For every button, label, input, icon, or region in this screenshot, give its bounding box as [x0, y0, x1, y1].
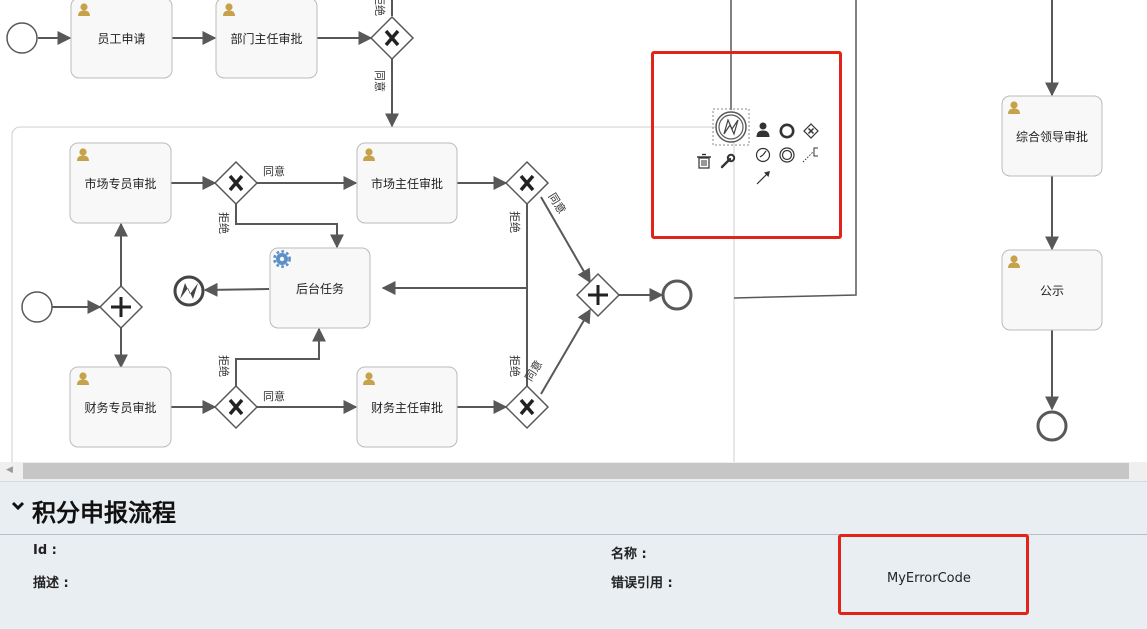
exclusive-gateway-icon[interactable]	[803, 123, 819, 139]
svg-text:财务专员审批: 财务专员审批	[84, 400, 156, 415]
label-market-head-reject: 拒绝	[508, 211, 522, 233]
parallel-gateway-join[interactable]	[575, 272, 621, 318]
label-market-agree: 同意	[263, 164, 285, 178]
svg-text:财务主任审批: 财务主任审批	[371, 400, 443, 415]
task-employee-apply[interactable]: 员工申请	[70, 0, 173, 79]
label-finance-head-reject: 拒绝	[508, 355, 522, 377]
svg-text:市场专员审批: 市场专员审批	[84, 176, 156, 191]
context-pad[interactable]	[697, 122, 819, 185]
process-diagram[interactable]: 同意 同意 同意 拒绝 拒绝 拒绝 拒绝 拒绝 同意 同意 员工申请 部门主任审…	[0, 0, 1147, 462]
task-dept-head-approve[interactable]: 部门主任审批	[215, 0, 318, 79]
flow-finance-head-agree[interactable]	[540, 308, 591, 395]
intermediate-event-icon[interactable]	[779, 147, 795, 163]
error-ref-value[interactable]: MyErrorCode	[887, 571, 971, 586]
svg-text:公示: 公示	[1040, 284, 1064, 298]
process-end-event[interactable]	[1036, 410, 1068, 442]
svg-text:员工申请: 员工申请	[97, 32, 145, 46]
timer-event-icon[interactable]	[755, 147, 771, 163]
task-finance-specialist-approve[interactable]: 财务专员审批	[69, 366, 172, 448]
properties-panel: 积分申报流程 Id : 描述 : 名称 : 错误引用 : MyErrorCode	[0, 481, 1147, 629]
flow-market-reject[interactable]	[235, 204, 344, 249]
wrench-icon[interactable]	[720, 153, 736, 169]
svg-text:市场主任审批: 市场主任审批	[371, 176, 443, 191]
label-top-reject: 拒绝	[373, 0, 387, 16]
properties-header[interactable]: 积分申报流程	[0, 482, 1147, 535]
task-market-head-approve[interactable]: 市场主任审批	[356, 142, 458, 224]
svg-text:综合领导审批: 综合领导审批	[1016, 129, 1088, 144]
label-top-agree: 同意	[373, 70, 387, 92]
error-ref-label: 错误引用 :	[611, 576, 673, 591]
subprocess-end-event[interactable]	[661, 279, 693, 311]
id-label: Id :	[33, 543, 57, 558]
error-end-event[interactable]	[173, 275, 205, 307]
task-leadership-approve[interactable]: 综合领导审批	[1001, 95, 1103, 177]
annotation-icon[interactable]	[802, 147, 818, 163]
label-finance-reject: 拒绝	[217, 355, 231, 377]
scroll-left-arrow-icon[interactable]: ◀	[6, 465, 13, 475]
subprocess-start-event[interactable]	[21, 291, 53, 323]
label-finance-agree: 同意	[263, 389, 285, 403]
chevron-down-icon[interactable]	[10, 498, 26, 514]
name-label: 名称 :	[611, 547, 647, 562]
label-finance-head-agree: 同意	[522, 358, 546, 384]
process-title: 积分申报流程	[32, 499, 176, 527]
user-task-icon[interactable]	[756, 122, 770, 138]
connection-arrow-icon[interactable]	[756, 171, 770, 185]
scrollbar-thumb[interactable]	[23, 463, 1129, 479]
exclusive-gateway-market-spec[interactable]	[213, 160, 259, 206]
horizontal-scrollbar[interactable]: ◀	[0, 462, 1147, 481]
task-backend-service[interactable]: 后台任务	[269, 247, 371, 329]
exclusive-gateway-dept[interactable]	[369, 15, 415, 61]
description-label: 描述 :	[33, 576, 69, 591]
start-event[interactable]	[6, 22, 38, 54]
selected-error-event[interactable]	[712, 108, 750, 146]
svg-text:部门主任审批: 部门主任审批	[230, 31, 302, 46]
end-event-icon[interactable]	[779, 123, 795, 139]
svg-text:后台任务: 后台任务	[296, 281, 344, 296]
task-market-specialist-approve[interactable]: 市场专员审批	[69, 142, 172, 224]
delete-icon[interactable]	[697, 153, 711, 169]
flow-finance-reject[interactable]	[235, 327, 326, 386]
label-market-reject: 拒绝	[217, 212, 231, 234]
task-finance-head-approve[interactable]: 财务主任审批	[356, 366, 458, 448]
flow-backend-to-error[interactable]	[203, 282, 270, 297]
task-announce[interactable]: 公示	[1001, 249, 1103, 331]
exclusive-gateway-finance-spec[interactable]	[213, 384, 259, 430]
process-canvas[interactable]: 同意 同意 同意 拒绝 拒绝 拒绝 拒绝 拒绝 同意 同意 员工申请 部门主任审…	[0, 0, 1147, 462]
parallel-gateway-fork[interactable]	[98, 284, 144, 330]
flow-subprocess-exit[interactable]	[733, 0, 857, 299]
